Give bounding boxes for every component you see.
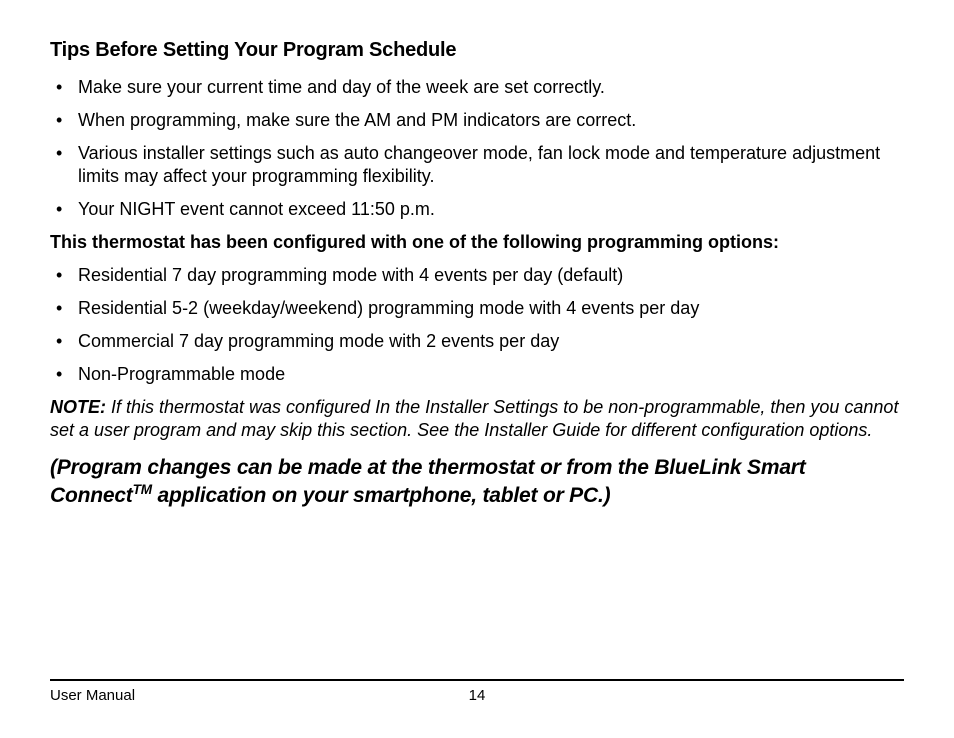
list-item: Commercial 7 day programming mode with 2… <box>50 330 904 353</box>
note-paragraph: NOTE: If this thermostat was configured … <box>50 396 904 442</box>
note-label: NOTE: <box>50 397 106 417</box>
callout-paragraph: (Program changes can be made at the ther… <box>50 454 904 510</box>
footer-row: User Manual 14 <box>50 687 904 704</box>
list-item: Residential 7 day programming mode with … <box>50 264 904 287</box>
list-item: Various installer settings such as auto … <box>50 142 904 188</box>
list-item: Non-Programmable mode <box>50 363 904 386</box>
manual-page: Tips Before Setting Your Program Schedul… <box>0 0 954 738</box>
subheading: This thermostat has been configured with… <box>50 231 904 254</box>
footer-spacer <box>619 687 904 704</box>
footer-title: User Manual <box>50 687 335 704</box>
list-item: Make sure your current time and day of t… <box>50 76 904 99</box>
list-item: Residential 5-2 (weekday/weekend) progra… <box>50 297 904 320</box>
list-item: Your NIGHT event cannot exceed 11:50 p.m… <box>50 198 904 221</box>
note-text: If this thermostat was configured In the… <box>50 397 898 440</box>
options-list: Residential 7 day programming mode with … <box>50 264 904 386</box>
page-content: Tips Before Setting Your Program Schedul… <box>50 38 904 510</box>
callout-text: application on your smartphone, tablet o… <box>152 484 610 507</box>
page-number: 14 <box>335 687 620 704</box>
footer-rule <box>50 679 904 681</box>
trademark-symbol: TM <box>133 482 152 497</box>
page-footer: User Manual 14 <box>50 679 904 704</box>
list-item: When programming, make sure the AM and P… <box>50 109 904 132</box>
tips-list: Make sure your current time and day of t… <box>50 76 904 221</box>
section-heading: Tips Before Setting Your Program Schedul… <box>50 38 904 64</box>
